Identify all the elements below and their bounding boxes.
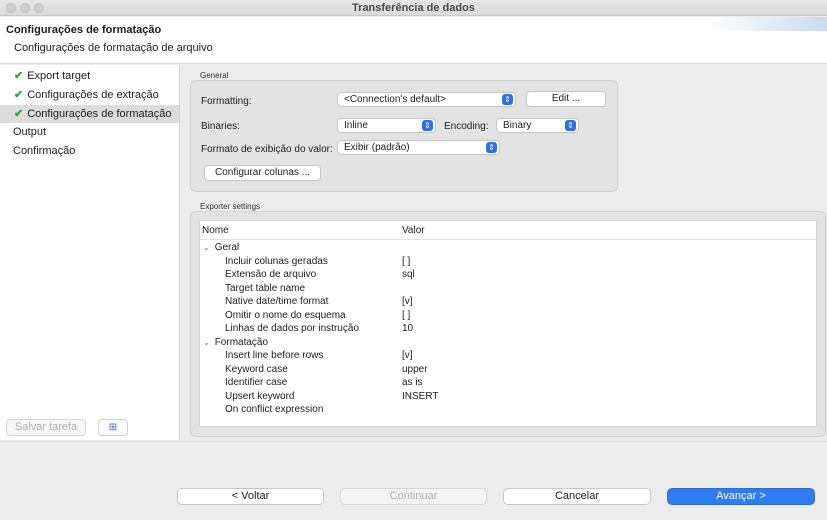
table-row[interactable]: Linhas de dados por instrução 10: [200, 323, 816, 336]
wizard-sidebar: ✔ Export target ✔ Configurações de extraçã…: [0, 65, 180, 440]
next-button[interactable]: Avançar >: [667, 488, 815, 505]
property-value[interactable]: INSERT: [402, 391, 439, 402]
property-name: Omitir o nome do esquema: [225, 310, 346, 321]
table-row[interactable]: Extensão de arquivo sql: [200, 269, 816, 282]
page-subtitle: Configurações de formatação de arquivo: [14, 42, 213, 54]
property-value[interactable]: upper: [402, 364, 428, 375]
chevron-updown-icon: ⇕: [486, 142, 497, 153]
property-name: Incluir colunas geradas: [225, 256, 328, 267]
property-value[interactable]: [v]: [402, 296, 413, 307]
encoding-select[interactable]: Binary ⇕: [496, 118, 579, 133]
property-name: Keyword case: [225, 364, 288, 375]
check-icon: ✔: [14, 70, 24, 82]
display-format-select[interactable]: Exibir (padrão) ⇕: [337, 140, 500, 155]
property-name: Upsert keyword: [225, 391, 295, 402]
formatting-select[interactable]: <Connection's default> ⇕: [337, 92, 516, 107]
property-name: Native date/time format: [225, 296, 329, 307]
back-button[interactable]: < Voltar: [177, 488, 324, 505]
section-title: Geral: [214, 242, 240, 253]
general-group: Formatting: <Connection's default> ⇕ Edi…: [190, 80, 618, 192]
formatting-select-value: <Connection's default>: [344, 94, 446, 105]
binaries-select[interactable]: Inline ⇕: [337, 118, 436, 133]
column-header-name: Nome: [202, 225, 229, 236]
header-banner: [707, 17, 827, 31]
sidebar-item-format-settings[interactable]: ✔ Configurações de formatação: [0, 105, 179, 123]
table-row[interactable]: Target table name: [200, 283, 816, 296]
section-title: Formatação: [214, 337, 269, 348]
edit-formatting-button[interactable]: Edit ...: [526, 91, 606, 107]
sidebar-item-extraction-settings[interactable]: ✔ Configurações de extração: [0, 86, 179, 104]
wizard-header: Configurações de formatação Configuraçõe…: [0, 17, 827, 64]
window-title: Transferência de dados: [352, 2, 475, 14]
sidebar-item-output[interactable]: Output: [0, 123, 179, 141]
chevron-updown-icon: ⇕: [502, 94, 513, 105]
save-task-button[interactable]: Salvar tarefa: [6, 419, 86, 436]
sidebar-item-confirmation[interactable]: Confirmação: [0, 142, 179, 160]
sidebar-item-label: Configurações de extração: [27, 89, 159, 101]
sidebar-item-label: Confirmação: [13, 145, 76, 157]
table-row[interactable]: Identifier case as is: [200, 377, 816, 390]
encoding-select-value: Binary: [503, 120, 532, 131]
property-value[interactable]: [v]: [402, 350, 413, 361]
property-value[interactable]: [ ]: [402, 310, 410, 321]
continue-button[interactable]: Continuar: [340, 488, 487, 505]
exporter-settings-table: Nome Valor ⌄ Geral Incluir colunas gerada…: [199, 220, 817, 427]
wizard-footer: < Voltar Continuar Cancelar Avançar >: [0, 441, 827, 520]
chevron-updown-icon: ⇕: [565, 120, 576, 131]
table-row[interactable]: Omitir o nome do esquema [ ]: [200, 310, 816, 323]
header-divider: [200, 239, 816, 240]
general-group-label: General: [200, 71, 229, 80]
sidebar-item-label: Output: [13, 126, 47, 138]
exporter-group-label: Exporter settings: [200, 202, 261, 211]
configure-columns-button[interactable]: Configurar colunas ...: [204, 165, 321, 181]
display-format-select-value: Exibir (padrão): [344, 142, 410, 153]
check-icon: ✔: [14, 89, 24, 101]
table-row[interactable]: Upsert keyword INSERT: [200, 391, 816, 404]
column-header-value: Valor: [402, 225, 425, 236]
section-row-formatting[interactable]: ⌄ Formatação: [200, 337, 816, 350]
tasks-icon[interactable]: ⊞: [98, 419, 128, 436]
property-name: On conflict expression: [225, 404, 324, 415]
property-value[interactable]: 10: [402, 323, 413, 334]
section-row-general[interactable]: ⌄ Geral: [200, 242, 816, 255]
binaries-label: Binaries:: [201, 121, 240, 132]
property-name: Linhas de dados por instrução: [225, 323, 359, 334]
table-row[interactable]: Native date/time format [v]: [200, 296, 816, 309]
property-name: Identifier case: [225, 377, 288, 388]
check-icon: ✔: [14, 108, 24, 120]
property-value[interactable]: as is: [402, 377, 423, 388]
table-row[interactable]: Keyword case upper: [200, 364, 816, 377]
page-title: Configurações de formatação: [6, 24, 162, 36]
display-format-label: Formato de exibição do valor:: [201, 144, 333, 155]
property-name: Insert line before rows: [225, 350, 324, 361]
property-name: Extensão de arquivo: [225, 269, 317, 280]
table-row[interactable]: On conflict expression: [200, 404, 816, 417]
property-value[interactable]: [ ]: [402, 256, 410, 267]
formatting-label: Formatting:: [201, 96, 252, 107]
table-row[interactable]: Insert line before rows [v]: [200, 350, 816, 363]
chevron-down-icon[interactable]: ⌄: [203, 338, 210, 347]
table-row[interactable]: Incluir colunas geradas [ ]: [200, 256, 816, 269]
sidebar-item-export-target[interactable]: ✔ Export target: [0, 67, 179, 85]
encoding-label: Encoding:: [444, 121, 489, 132]
window-titlebar: Transferência de dados: [0, 0, 827, 16]
property-name: Target table name: [225, 283, 306, 294]
sidebar-item-label: Configurações de formatação: [27, 108, 172, 120]
main-panel: General Formatting: <Connection's defaul…: [181, 65, 827, 440]
binaries-select-value: Inline: [344, 120, 368, 131]
sidebar-item-label: Export target: [27, 70, 91, 82]
chevron-down-icon[interactable]: ⌄: [203, 243, 210, 252]
property-value[interactable]: sql: [402, 269, 415, 280]
cancel-button[interactable]: Cancelar: [503, 488, 651, 505]
chevron-updown-icon: ⇕: [422, 120, 433, 131]
